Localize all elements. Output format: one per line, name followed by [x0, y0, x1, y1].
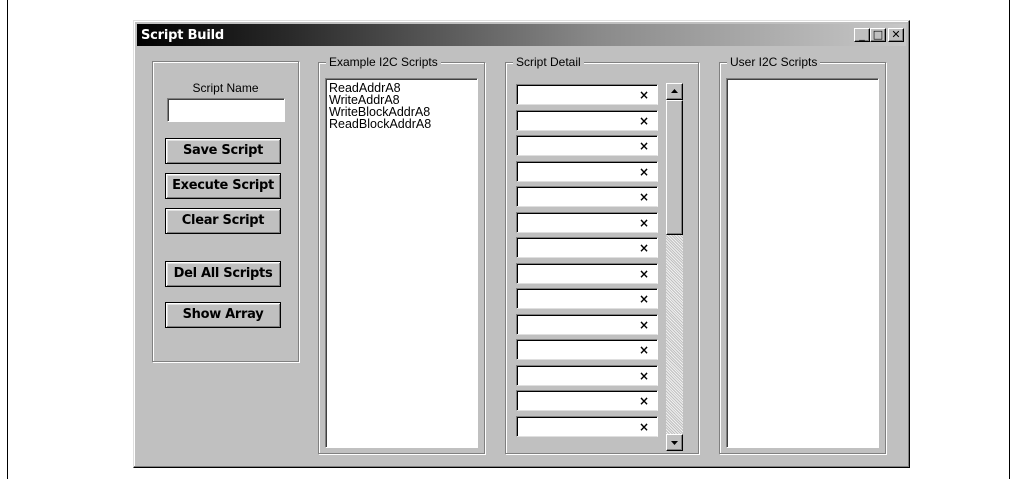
- example-scripts-title: Example I2C Scripts: [326, 55, 441, 69]
- example-scripts-group: Example I2C Scripts ReadAddrA8 WriteAddrA…: [318, 55, 485, 454]
- row-dropdown-icon[interactable]: ×: [639, 318, 649, 332]
- script-detail-row[interactable]: ×: [516, 288, 658, 309]
- script-detail-row[interactable]: ×: [516, 84, 658, 105]
- script-detail-row[interactable]: ×: [516, 262, 658, 284]
- script-detail-row[interactable]: ×: [516, 415, 658, 437]
- script-detail-row[interactable]: ×: [516, 186, 658, 207]
- row-dropdown-icon[interactable]: ×: [639, 241, 649, 255]
- row-dropdown-icon[interactable]: ×: [639, 420, 649, 434]
- row-dropdown-icon[interactable]: ×: [639, 114, 649, 128]
- row-dropdown-icon[interactable]: ×: [639, 88, 649, 102]
- row-dropdown-icon[interactable]: ×: [639, 216, 649, 230]
- save-script-button[interactable]: Save Script: [165, 138, 281, 164]
- row-dropdown-icon[interactable]: ×: [639, 394, 649, 408]
- row-dropdown-icon[interactable]: ×: [639, 165, 649, 179]
- script-detail-title: Script Detail: [513, 55, 584, 69]
- row-dropdown-icon[interactable]: ×: [639, 343, 649, 357]
- row-dropdown-icon[interactable]: ×: [639, 139, 649, 153]
- title-bar[interactable]: Script Build _ □ ✕: [137, 24, 906, 46]
- script-detail-row[interactable]: ×: [516, 364, 658, 386]
- script-name-input[interactable]: [167, 98, 285, 122]
- scroll-down-button[interactable]: [666, 434, 683, 451]
- user-scripts-list[interactable]: [726, 78, 879, 448]
- user-scripts-title: User I2C Scripts: [727, 55, 821, 69]
- window-title: Script Build: [141, 28, 224, 43]
- row-dropdown-icon[interactable]: ×: [639, 267, 649, 281]
- script-detail-row[interactable]: ×: [516, 135, 658, 156]
- scroll-up-button[interactable]: [666, 83, 683, 100]
- script-detail-row[interactable]: ×: [516, 237, 658, 258]
- script-detail-row[interactable]: ×: [516, 160, 658, 182]
- script-detail-group: Script Detail × × × × × × × × × × × × × ×: [505, 55, 699, 454]
- list-item[interactable]: ReadBlockAddrA8: [326, 118, 477, 131]
- scroll-down-icon: [671, 441, 678, 445]
- example-scripts-list[interactable]: ReadAddrA8 WriteAddrA8 WriteBlockAddrA8 Rea…: [325, 78, 478, 448]
- maximize-button[interactable]: □: [870, 28, 886, 42]
- script-detail-row[interactable]: ×: [516, 339, 658, 360]
- minimize-icon: _: [859, 28, 865, 41]
- execute-script-button[interactable]: Execute Script: [165, 173, 281, 199]
- script-detail-row[interactable]: ×: [516, 390, 658, 411]
- maximize-icon: □: [872, 28, 884, 41]
- script-build-window: Script Build _ □ ✕ Script Name Save Scri…: [133, 20, 910, 468]
- script-name-label: Script Name: [192, 81, 259, 95]
- user-scripts-group: User I2C Scripts: [719, 55, 886, 454]
- scrollbar-thumb[interactable]: [666, 100, 683, 235]
- close-icon: ✕: [891, 28, 901, 41]
- close-button[interactable]: ✕: [888, 28, 904, 42]
- script-detail-row[interactable]: ×: [516, 211, 658, 233]
- script-detail-row[interactable]: ×: [516, 313, 658, 335]
- script-detail-row[interactable]: ×: [516, 109, 658, 131]
- row-dropdown-icon[interactable]: ×: [639, 190, 649, 204]
- scroll-up-icon: [671, 89, 678, 93]
- delete-all-scripts-button[interactable]: Del All Scripts: [165, 261, 281, 287]
- minimize-button[interactable]: _: [854, 28, 870, 42]
- show-array-button[interactable]: Show Array: [165, 302, 281, 328]
- script-detail-scrollbar[interactable]: [666, 83, 683, 451]
- row-dropdown-icon[interactable]: ×: [639, 292, 649, 306]
- clear-script-button[interactable]: Clear Script: [165, 208, 281, 234]
- script-controls-panel: Script Name Save Script Execute Script C…: [152, 61, 299, 362]
- row-dropdown-icon[interactable]: ×: [639, 369, 649, 383]
